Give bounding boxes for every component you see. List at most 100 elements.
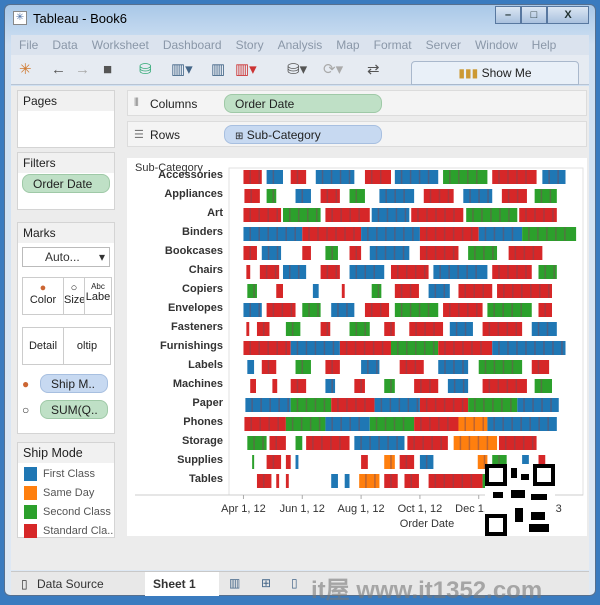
maximize-button[interactable]: □	[521, 6, 547, 24]
new-worksheet-tab-icon[interactable]: ▥	[229, 576, 240, 590]
gantt-bar[interactable]	[325, 379, 336, 393]
gantt-bar[interactable]	[250, 379, 256, 393]
gantt-bar[interactable]	[449, 322, 473, 336]
gantt-bar[interactable]	[247, 360, 255, 374]
new-dashboard-tab-icon[interactable]: ⊞	[261, 576, 271, 590]
gantt-bar[interactable]	[384, 379, 395, 393]
menu-data[interactable]: Data	[52, 38, 77, 52]
gantt-bar[interactable]	[252, 455, 255, 469]
gantt-bar[interactable]	[428, 474, 483, 488]
gantt-bar[interactable]	[534, 189, 557, 203]
legend-item[interactable]: Second Class	[24, 505, 111, 519]
gantt-bar[interactable]	[349, 246, 362, 260]
legend-item[interactable]: Standard Cla..	[24, 524, 113, 538]
gantt-bar[interactable]	[379, 189, 415, 203]
gantt-bar[interactable]	[276, 284, 283, 298]
gantt-bar[interactable]	[295, 360, 311, 374]
gantt-bar[interactable]	[501, 189, 527, 203]
gantt-bar[interactable]	[384, 322, 395, 336]
columns-pill-order-date[interactable]: Order Date	[224, 94, 382, 113]
gantt-bar[interactable]	[492, 341, 566, 355]
gantt-bar[interactable]	[394, 284, 419, 298]
gantt-bar[interactable]	[534, 379, 553, 393]
gantt-bar[interactable]	[428, 284, 450, 298]
gantt-bar[interactable]	[433, 265, 488, 279]
gantt-bar[interactable]	[361, 227, 420, 241]
gantt-bar[interactable]	[419, 246, 459, 260]
gantt-bar[interactable]	[531, 360, 550, 374]
save-icon[interactable]: ■	[103, 62, 112, 78]
gantt-bar[interactable]	[359, 474, 380, 488]
gantt-bar[interactable]	[244, 189, 260, 203]
menu-window[interactable]: Window	[475, 38, 518, 52]
menu-server[interactable]: Server	[426, 38, 461, 52]
gantt-bar[interactable]	[371, 284, 382, 298]
gantt-bar[interactable]	[246, 322, 250, 336]
gantt-bar[interactable]	[349, 322, 370, 336]
gantt-bar[interactable]	[361, 455, 368, 469]
gantt-bar[interactable]	[414, 379, 439, 393]
gantt-bar[interactable]	[354, 379, 365, 393]
color-button[interactable]: ● Color	[22, 277, 64, 315]
new-story-tab-icon[interactable]: ▯	[291, 576, 298, 590]
swap-icon[interactable]: ⇄	[367, 62, 380, 78]
gantt-bar[interactable]	[320, 322, 331, 336]
gantt-bar[interactable]	[498, 436, 537, 450]
gantt-bar[interactable]	[315, 170, 355, 184]
gantt-bar[interactable]	[371, 208, 410, 222]
gantt-bar[interactable]	[285, 474, 289, 488]
pause-updates-icon[interactable]: ⛁▾	[287, 62, 307, 78]
menu-story[interactable]: Story	[236, 38, 264, 52]
gantt-bar[interactable]	[276, 474, 280, 488]
legend-item[interactable]: First Class	[24, 467, 95, 481]
gantt-bar[interactable]	[344, 474, 350, 488]
close-button[interactable]: X	[547, 6, 589, 24]
menu-format[interactable]: Format	[374, 38, 412, 52]
gantt-bar[interactable]	[269, 436, 286, 450]
gantt-bar[interactable]	[531, 322, 557, 336]
gantt-bar[interactable]	[290, 379, 307, 393]
back-icon[interactable]: ←	[51, 62, 66, 78]
gantt-bar[interactable]	[384, 455, 395, 469]
gantt-bar[interactable]	[364, 303, 390, 317]
gantt-bar[interactable]	[295, 455, 299, 469]
gantt-bar[interactable]	[542, 170, 566, 184]
gantt-bar[interactable]	[285, 455, 291, 469]
gantt-bar[interactable]	[399, 360, 424, 374]
size-button[interactable]: ○ Size	[63, 277, 85, 315]
gantt-bar[interactable]	[364, 170, 391, 184]
gantt-bar[interactable]	[438, 341, 493, 355]
filter-pill-order-date[interactable]: Order Date	[22, 174, 110, 193]
expand-icon[interactable]: ⊞	[235, 131, 243, 142]
data-source-tab[interactable]: Data Source	[37, 577, 104, 591]
new-datasource-icon[interactable]: ⛁	[139, 62, 152, 78]
gantt-bar[interactable]	[302, 246, 311, 260]
rows-pill-sub-category[interactable]: ⊞ Sub-Category	[224, 125, 382, 144]
forward-icon[interactable]: →	[75, 62, 90, 78]
refresh-icon[interactable]: ⟳▾	[323, 62, 343, 78]
gantt-bar[interactable]	[519, 208, 557, 222]
sheet-1-tab[interactable]: Sheet 1	[145, 572, 219, 596]
tableau-home-icon[interactable]: ✳	[19, 62, 32, 78]
gantt-bar[interactable]	[246, 265, 251, 279]
gantt-bar[interactable]	[508, 246, 543, 260]
detail-button[interactable]: Detail	[22, 327, 64, 365]
gantt-bar[interactable]	[295, 436, 303, 450]
gantt-bar[interactable]	[282, 208, 321, 222]
legend-item[interactable]: Same Day	[24, 486, 94, 500]
gantt-bar[interactable]	[243, 208, 282, 222]
menu-dashboard[interactable]: Dashboard	[163, 38, 222, 52]
marks-pill-ship-mode[interactable]: Ship M..	[40, 374, 108, 393]
marks-pill-sum-quantity[interactable]: SUM(Q..	[40, 400, 108, 419]
gantt-bar[interactable]	[522, 227, 577, 241]
menu-worksheet[interactable]: Worksheet	[92, 38, 149, 52]
menu-file[interactable]: File	[19, 38, 38, 52]
mark-type-dropdown[interactable]: Auto... ▾	[22, 247, 110, 267]
gantt-bar[interactable]	[247, 284, 257, 298]
gantt-bar[interactable]	[272, 379, 278, 393]
gantt-bar[interactable]	[411, 208, 464, 222]
gantt-bar[interactable]	[349, 265, 385, 279]
gantt-bar[interactable]	[419, 227, 479, 241]
gantt-bar[interactable]	[349, 189, 365, 203]
gantt-bar[interactable]	[312, 284, 319, 298]
